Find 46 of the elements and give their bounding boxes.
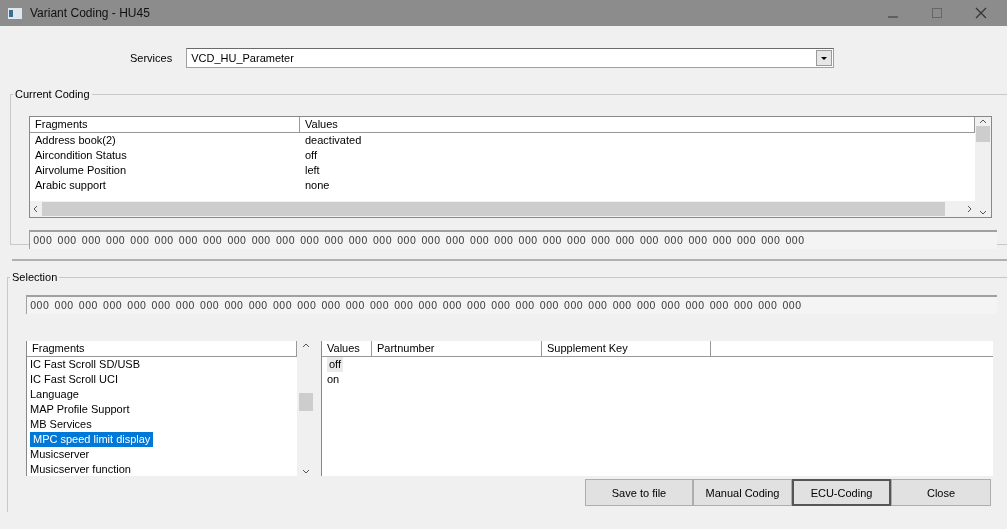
dialog-button[interactable]: Save to file [585,479,693,506]
window-title: Variant Coding - HU45 [30,6,151,20]
dialog-button[interactable]: Close [891,479,991,506]
services-dropdown[interactable]: VCD_HU_Parameter [186,48,835,68]
fragment-cell-text: Address book(2) [34,133,117,148]
vertical-scrollbar[interactable] [975,117,991,217]
fragment-item[interactable]: Musicserver [30,448,90,460]
scroll-left-icon[interactable] [33,205,38,213]
fragment-cell-text: Airvolume Position [34,163,128,178]
scroll-up-icon[interactable] [979,119,987,124]
fragment-item[interactable]: MAP Profile Support [30,403,130,415]
value-cell-text: left [304,163,320,178]
value-cell-text: deactivated [304,133,362,148]
column-header[interactable]: Supplement Key [542,341,711,356]
column-header[interactable]: Fragments [30,117,300,132]
value-item[interactable]: off [327,357,344,372]
scroll-up-icon[interactable] [302,343,310,348]
fragment-cell-text: Aircondition Status [34,148,128,163]
dropdown-arrow-icon [820,55,829,61]
coding-field[interactable]: 000 000 000 000 000 000 000 000 000 000 000 000 000 000 000 000 000 000 000 000 000 000 000 000 000 000 000 000 000 000 000 000 [29,230,997,249]
dialog-button[interactable]: ECU-Coding [792,479,891,506]
services-label: Services [130,52,173,64]
value-cell-text: none [304,178,330,193]
scrollbar-thumb[interactable] [976,126,990,142]
fragment-item[interactable]: MB Services [30,418,92,430]
column-header[interactable]: Values [322,341,372,356]
app-icon [8,7,22,19]
fragment-item[interactable]: Musicserver function [30,463,131,475]
value-cell-text: off [304,148,318,163]
fragment-item[interactable]: IC Fast Scroll SD/USB [30,358,141,370]
fragment-item[interactable]: MPC speed limit display [30,432,154,447]
group-title: Current Coding [14,88,91,100]
fragment-item[interactable]: IC Fast Scroll UCI [30,373,118,385]
value-item[interactable]: on [327,373,340,385]
horizontal-scrollbar[interactable] [30,201,975,217]
fragment-item[interactable]: Language [30,388,79,400]
scroll-right-icon[interactable] [967,205,972,213]
column-header[interactable]: Partnumber [372,341,542,356]
coding-field[interactable]: 000 000 000 000 000 000 000 000 000 000 000 000 000 000 000 000 000 000 000 000 000 000 000 000 000 000 000 000 000 000 000 000 [26,295,997,314]
scroll-down-icon[interactable] [302,469,310,474]
scrollbar-thumb[interactable] [42,202,945,216]
fragment-cell-text: Arabic support [34,178,107,193]
scrollbar-thumb[interactable] [299,393,313,411]
scroll-down-icon[interactable] [979,210,987,215]
group-title: Selection [11,271,59,283]
dialog-button[interactable]: Manual Coding [693,479,792,506]
